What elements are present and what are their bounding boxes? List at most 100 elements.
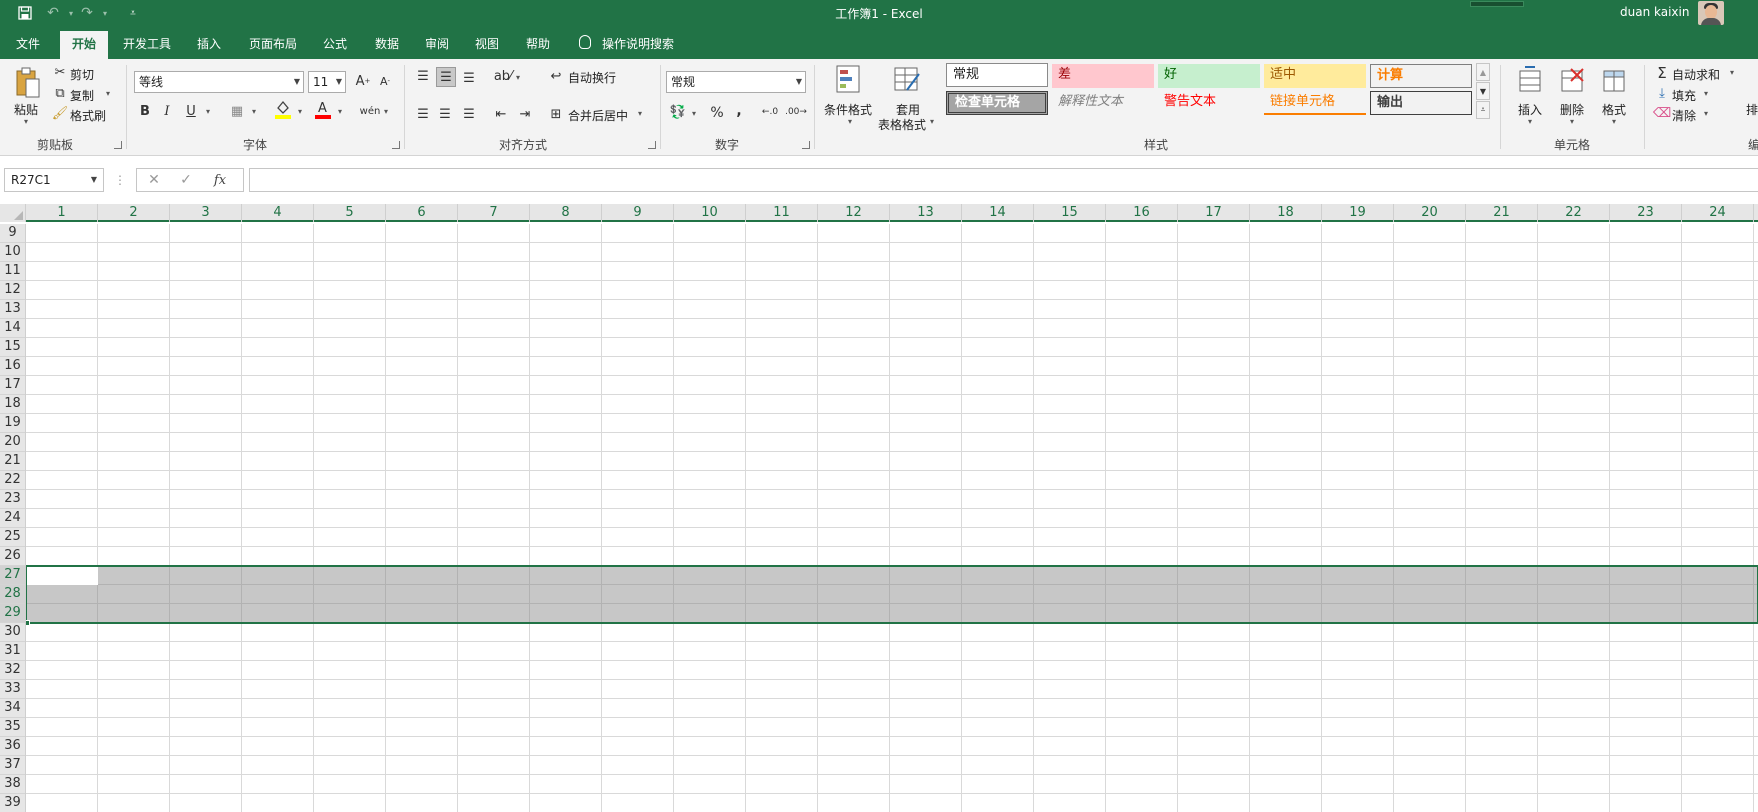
copy-button[interactable]: 复制 xyxy=(70,87,94,104)
fill-dropdown-icon[interactable]: ▾ xyxy=(1704,89,1708,98)
format-painter-button[interactable]: 格式刷 xyxy=(70,107,106,124)
paste-button[interactable]: 粘贴 xyxy=(14,101,38,118)
column-header[interactable]: 2 xyxy=(98,204,170,222)
phonetic-icon[interactable]: wén xyxy=(360,101,381,121)
underline-icon[interactable]: U xyxy=(182,101,200,121)
merge-center-icon[interactable]: ⊞ xyxy=(548,105,564,123)
column-header[interactable]: 3 xyxy=(170,204,242,222)
scissors-icon[interactable]: ✂ xyxy=(52,64,68,80)
border-dropdown-icon[interactable]: ▾ xyxy=(252,107,256,116)
row-header[interactable]: 37 xyxy=(0,756,25,775)
row-header[interactable]: 16 xyxy=(0,357,25,376)
row-header[interactable]: 30 xyxy=(0,623,25,642)
row-header[interactable]: 24 xyxy=(0,509,25,528)
align-right-icon[interactable]: ☰ xyxy=(460,105,478,123)
enter-icon[interactable]: ✓ xyxy=(177,171,195,189)
currency-icon[interactable]: 💱 xyxy=(668,103,688,121)
row-header[interactable]: 14 xyxy=(0,319,25,338)
tab-help[interactable]: 帮助 xyxy=(515,31,561,59)
cell-area[interactable] xyxy=(26,224,1758,812)
column-header[interactable]: 8 xyxy=(530,204,602,222)
column-header[interactable]: 22 xyxy=(1538,204,1610,222)
column-header[interactable]: 6 xyxy=(386,204,458,222)
name-box[interactable]: R27C1 ▼ xyxy=(4,168,104,192)
style-check-cell[interactable]: 检查单元格 xyxy=(946,91,1048,115)
conditional-format-icon[interactable] xyxy=(834,63,864,97)
row-header[interactable]: 35 xyxy=(0,718,25,737)
delete-dropdown-icon[interactable]: ▾ xyxy=(1570,117,1574,126)
tab-review[interactable]: 审阅 xyxy=(414,31,460,59)
number-launcher-icon[interactable] xyxy=(802,141,810,149)
row-header[interactable]: 28 xyxy=(0,585,25,604)
column-header[interactable]: 16 xyxy=(1106,204,1178,222)
style-bad[interactable]: 差 xyxy=(1052,64,1154,88)
style-explanatory[interactable]: 解释性文本 xyxy=(1052,91,1154,115)
fill-handle[interactable] xyxy=(26,620,30,626)
styles-scroll-down-icon[interactable]: ▼ xyxy=(1476,82,1490,100)
style-normal[interactable]: 常规 xyxy=(946,63,1048,87)
row-header[interactable]: 15 xyxy=(0,338,25,357)
align-left-icon[interactable]: ☰ xyxy=(414,105,432,123)
format-as-table-button[interactable]: 表格格式 xyxy=(878,116,926,133)
fill-color-dropdown-icon[interactable]: ▾ xyxy=(298,107,302,116)
currency-dropdown-icon[interactable]: ▾ xyxy=(692,109,696,118)
row-header[interactable]: 19 xyxy=(0,414,25,433)
row-header[interactable]: 38 xyxy=(0,775,25,794)
row-header[interactable]: 27 xyxy=(0,566,25,585)
row-header[interactable]: 39 xyxy=(0,794,25,812)
conditional-format-button[interactable]: 条件格式 xyxy=(824,101,872,118)
row-header[interactable]: 17 xyxy=(0,376,25,395)
align-bottom-icon[interactable]: ☰ xyxy=(460,69,478,87)
eraser-icon[interactable]: ⌫ xyxy=(1653,105,1671,121)
column-header[interactable]: 5 xyxy=(314,204,386,222)
cancel-icon[interactable]: ✕ xyxy=(145,171,163,189)
font-family-select[interactable]: 等线 ▼ xyxy=(134,71,304,93)
wrap-text-button[interactable]: 自动换行 xyxy=(568,69,616,86)
decrease-decimal-icon[interactable]: .00→ xyxy=(785,103,807,121)
font-size-select[interactable]: 11 ▼ xyxy=(308,71,346,93)
select-all-button[interactable] xyxy=(0,204,26,222)
tab-file[interactable]: 文件 xyxy=(4,31,52,59)
font-color-icon[interactable]: A xyxy=(314,99,332,119)
insert-function-icon[interactable]: fx xyxy=(209,171,231,189)
column-header[interactable]: 20 xyxy=(1394,204,1466,222)
number-format-select[interactable]: 常规 ▼ xyxy=(666,71,806,93)
column-header[interactable]: 21 xyxy=(1466,204,1538,222)
row-header[interactable]: 33 xyxy=(0,680,25,699)
row-header[interactable]: 31 xyxy=(0,642,25,661)
tab-home[interactable]: 开始 xyxy=(60,31,108,59)
insert-dropdown-icon[interactable]: ▾ xyxy=(1528,117,1532,126)
column-header[interactable]: 7 xyxy=(458,204,530,222)
format-cells-button[interactable]: 格式 xyxy=(1602,101,1626,118)
column-header[interactable]: 9 xyxy=(602,204,674,222)
drag-handle-icon[interactable]: ⋮ xyxy=(112,170,128,190)
styles-more-icon[interactable]: ⩡ xyxy=(1476,101,1490,119)
column-header[interactable]: 1 xyxy=(26,204,98,222)
wrap-text-icon[interactable]: ↩ xyxy=(548,67,564,85)
increase-indent-icon[interactable]: ⇥ xyxy=(516,105,534,123)
autosum-button[interactable]: 自动求和 xyxy=(1672,66,1720,83)
paste-dropdown-icon[interactable]: ▾ xyxy=(24,117,28,126)
clipboard-launcher-icon[interactable] xyxy=(114,141,122,149)
styles-scroll-up-icon[interactable]: ▲ xyxy=(1476,63,1490,81)
percent-icon[interactable]: % xyxy=(708,103,726,123)
insert-cells-button[interactable]: 插入 xyxy=(1518,101,1542,118)
tab-view[interactable]: 视图 xyxy=(464,31,510,59)
align-top-icon[interactable]: ☰ xyxy=(414,67,432,85)
tab-page-layout[interactable]: 页面布局 xyxy=(240,31,306,59)
style-neutral[interactable]: 适中 xyxy=(1264,64,1366,88)
font-launcher-icon[interactable] xyxy=(392,141,400,149)
format-as-table-dropdown-icon[interactable]: ▾ xyxy=(930,117,934,126)
increase-decimal-icon[interactable]: ←.0 xyxy=(760,103,780,121)
row-header[interactable]: 20 xyxy=(0,433,25,452)
italic-icon[interactable]: I xyxy=(158,101,176,121)
font-color-dropdown-icon[interactable]: ▾ xyxy=(338,107,342,116)
clear-dropdown-icon[interactable]: ▾ xyxy=(1704,109,1708,118)
row-header[interactable]: 9 xyxy=(0,224,25,243)
cut-button[interactable]: 剪切 xyxy=(70,66,94,83)
row-header[interactable]: 18 xyxy=(0,395,25,414)
alignment-launcher-icon[interactable] xyxy=(648,141,656,149)
style-output[interactable]: 输出 xyxy=(1370,91,1472,115)
bold-icon[interactable]: B xyxy=(136,101,154,121)
merge-center-button[interactable]: 合并后居中 xyxy=(568,107,628,124)
